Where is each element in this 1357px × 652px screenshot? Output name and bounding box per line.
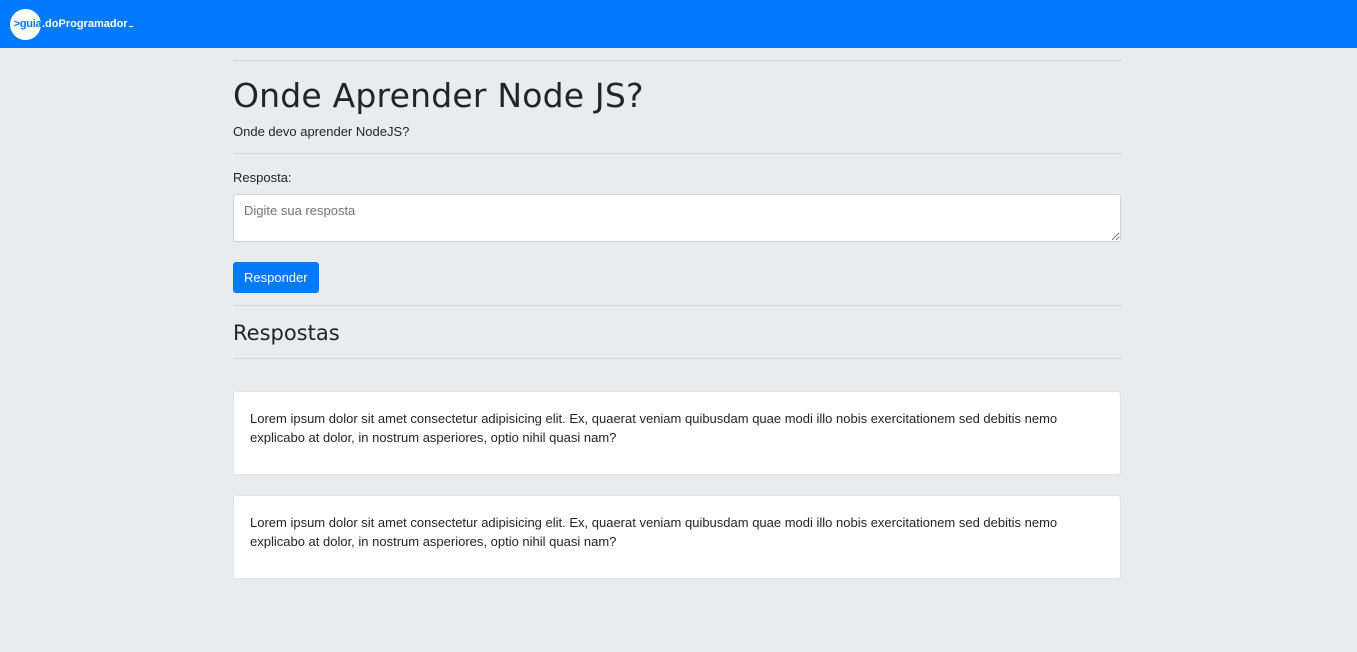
logo-mark: >guia [10,8,42,40]
answer-text: Lorem ipsum dolor sit amet consectetur a… [250,411,1058,445]
question-description: Onde devo aprender NodeJS? [233,124,410,139]
form-divider [233,305,1121,306]
logo-mark-text: >guia [13,18,42,30]
answer-textarea[interactable] [233,194,1121,242]
answers-section-title: Respostas [233,321,340,345]
logo-text: .doProgramador [42,18,133,30]
answers-list: Lorem ipsum dolor sit amet consectetur a… [233,391,1121,579]
question-divider [233,153,1121,154]
answer-label: Resposta: [233,170,292,185]
answer-form: Resposta: Responder [233,170,1121,293]
navbar: >guia .doProgramador [0,0,1357,48]
top-divider [233,60,1121,61]
answers-divider [233,358,1121,359]
question-title: Onde Aprender Node JS? [233,76,644,115]
site-logo[interactable]: >guia .doProgramador [10,8,133,40]
answer-card: Lorem ipsum dolor sit amet consectetur a… [233,391,1121,475]
reply-button[interactable]: Responder [233,262,319,293]
answer-card: Lorem ipsum dolor sit amet consectetur a… [233,495,1121,579]
main-container: Onde Aprender Node JS? Onde devo aprende… [233,48,1121,599]
answer-text: Lorem ipsum dolor sit amet consectetur a… [250,515,1058,549]
